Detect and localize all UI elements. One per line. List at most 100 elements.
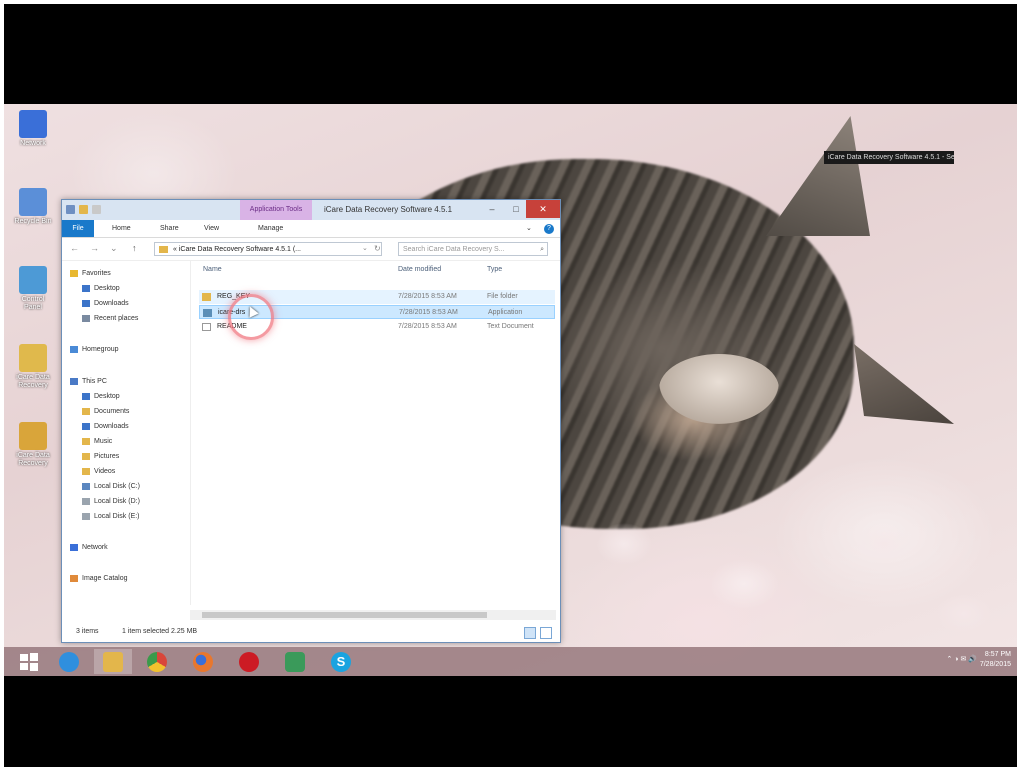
taskbar-chrome[interactable] [138, 649, 176, 674]
desktop-icon-icare-folder[interactable]: iCare Data Recovery [12, 344, 54, 390]
help-icon[interactable]: ? [544, 224, 554, 234]
text-document-icon [202, 323, 211, 331]
nav-homegroup[interactable]: Homegroup [70, 344, 119, 356]
taskbar-tooltip: iCare Data Recovery Software 4.5.1 - Set… [824, 151, 954, 164]
ribbon-tabs: File Home Share View Manage ⌄ ? [62, 220, 560, 238]
address-path: « iCare Data Recovery Software 4.5.1 (..… [173, 246, 301, 253]
nav-item-desktop[interactable]: Desktop [82, 283, 120, 295]
opera-icon [239, 652, 259, 672]
desktop: iCare Data Recovery Software 4.5.1 - Set… [4, 104, 1017, 676]
desktop-icon-label: iCare Data Recovery [16, 452, 50, 467]
folder-icon [19, 344, 47, 372]
desktop-icon-control-panel[interactable]: Control Panel [12, 266, 54, 312]
network-icon [19, 110, 47, 138]
nav-item-local-disk-c[interactable]: Local Disk (C:) [82, 481, 140, 493]
column-header-name[interactable]: Name [203, 264, 222, 276]
tab-share[interactable]: Share [160, 220, 179, 237]
nav-this-pc[interactable]: This PC [70, 376, 107, 388]
clock-time: 8:57 PM [984, 651, 1011, 658]
tab-view[interactable]: View [204, 220, 219, 237]
nav-item-downloads[interactable]: Downloads [82, 421, 129, 433]
nav-item-pictures[interactable]: Pictures [82, 451, 119, 463]
nav-label: Videos [94, 468, 116, 475]
computer-icon [70, 377, 78, 385]
column-header-type[interactable]: Type [487, 264, 502, 276]
taskbar-firefox[interactable] [184, 649, 222, 674]
forward-button[interactable]: → [90, 243, 99, 253]
file-date: 7/28/2015 8:53 AM [399, 309, 458, 316]
taskbar-media-player[interactable] [276, 649, 314, 674]
tab-home[interactable]: Home [112, 220, 131, 237]
scrollbar-thumb[interactable] [202, 612, 487, 618]
nav-item-documents[interactable]: Documents [82, 406, 129, 418]
taskbar-file-explorer[interactable] [94, 649, 132, 674]
taskbar-opera[interactable] [230, 649, 268, 674]
taskbar: S ⌃ ◑ ✉ 🔊 8:57 PM 7/28/2015 [4, 647, 1017, 676]
nav-label: Downloads [94, 423, 129, 430]
contextual-tab-application-tools[interactable]: Application Tools [240, 200, 312, 220]
file-type: Application [488, 309, 523, 316]
recent-locations-chevron-icon[interactable]: ⌄ [110, 243, 118, 254]
control-panel-icon [19, 266, 47, 294]
pictures-icon [82, 452, 90, 460]
desktop-icon-label: iCare Data Recovery [16, 374, 50, 389]
media-player-icon [285, 652, 305, 672]
new-folder-icon[interactable] [78, 205, 88, 214]
search-icon: ⌕ [540, 246, 544, 253]
details-view-icon[interactable] [524, 627, 536, 639]
nav-item-music[interactable]: Music [82, 436, 112, 448]
tab-file[interactable]: File [62, 220, 94, 237]
internet-explorer-icon [59, 652, 79, 672]
file-explorer-icon [103, 652, 123, 672]
title-bar[interactable]: Application Tools iCare Data Recovery So… [62, 200, 560, 220]
nav-item-videos[interactable]: Videos [82, 466, 115, 478]
nav-label: Recent places [94, 315, 139, 322]
customize-qat-icon[interactable] [91, 205, 101, 214]
nav-image-catalog[interactable]: Image Catalog [70, 573, 128, 585]
desktop-icon-icare-setup[interactable]: iCare Data Recovery [12, 422, 54, 468]
desktop-icon-recycle-bin[interactable]: Recycle Bin [12, 188, 54, 226]
nav-item-recent-places[interactable]: Recent places [82, 313, 138, 325]
desktop-icon-network[interactable]: Network [12, 110, 54, 148]
nav-label: Pictures [94, 453, 120, 460]
close-button[interactable]: ✕ [526, 200, 560, 218]
taskbar-clock[interactable]: 8:57 PM 7/28/2015 [980, 650, 1011, 670]
system-tray[interactable]: ⌃ ◑ ✉ 🔊 [946, 655, 977, 663]
address-bar[interactable]: « iCare Data Recovery Software 4.5.1 (..… [154, 242, 382, 256]
search-input[interactable]: Search iCare Data Recovery S... ⌕ [398, 242, 548, 256]
desktop-icon-label: Control Panel [21, 296, 45, 311]
up-button[interactable]: ↑ [132, 243, 137, 253]
application-icon [203, 309, 212, 317]
large-icons-view-icon[interactable] [540, 627, 552, 639]
quick-access-toolbar [66, 205, 103, 215]
file-type: Text Document [487, 323, 534, 330]
nav-label: Desktop [94, 393, 120, 400]
address-dropdown-button[interactable]: ⌄ [362, 244, 368, 252]
nav-label: Downloads [94, 300, 129, 307]
folder-icon [159, 246, 168, 253]
ribbon-expand-chevron-icon[interactable]: ⌄ [526, 220, 532, 237]
properties-icon[interactable] [66, 205, 75, 214]
nav-favorites[interactable]: Favorites [70, 268, 111, 280]
taskbar-skype[interactable]: S [322, 649, 360, 674]
start-button[interactable] [10, 649, 48, 674]
file-explorer-window: Application Tools iCare Data Recovery So… [61, 199, 561, 643]
nav-item-local-disk-e[interactable]: Local Disk (E:) [82, 511, 140, 523]
selection-info: 1 item selected 2.25 MB [122, 628, 198, 635]
back-button[interactable]: ← [70, 243, 79, 253]
nav-item-local-disk-d[interactable]: Local Disk (D:) [82, 496, 140, 508]
tab-manage[interactable]: Manage [258, 220, 283, 237]
maximize-button[interactable]: □ [504, 200, 528, 218]
column-header-date-modified[interactable]: Date modified [398, 264, 441, 276]
documents-icon [82, 407, 90, 415]
taskbar-internet-explorer[interactable] [50, 649, 88, 674]
nav-item-downloads[interactable]: Downloads [82, 298, 129, 310]
minimize-button[interactable]: – [480, 200, 504, 218]
nav-label: Desktop [94, 285, 120, 292]
videos-icon [82, 467, 90, 475]
search-placeholder: Search iCare Data Recovery S... [403, 246, 505, 253]
horizontal-scrollbar[interactable] [190, 610, 556, 620]
refresh-button[interactable]: ↻ [374, 244, 381, 253]
nav-network[interactable]: Network [70, 542, 108, 554]
nav-item-desktop[interactable]: Desktop [82, 391, 120, 403]
